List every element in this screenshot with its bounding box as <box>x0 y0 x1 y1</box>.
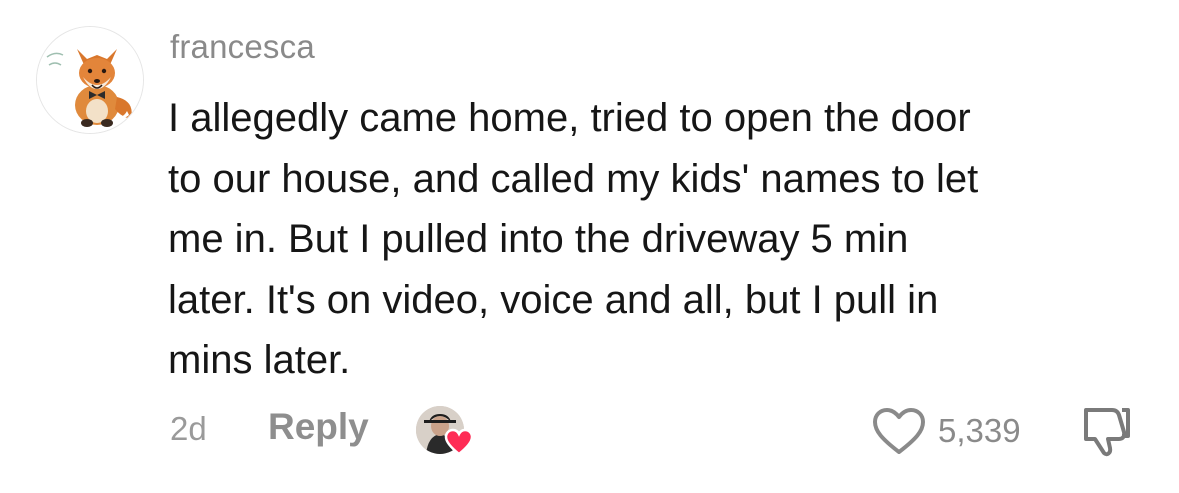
comment-text: I allegedly came home, tried to open the… <box>168 96 979 382</box>
comment-username[interactable]: francesca <box>170 28 315 66</box>
reply-button[interactable]: Reply <box>268 406 369 448</box>
thumbs-down-icon[interactable] <box>1078 402 1136 460</box>
heart-outline-icon[interactable] <box>870 405 928 457</box>
user-avatar[interactable] <box>36 26 144 134</box>
heart-badge-icon <box>444 428 474 456</box>
fox-avatar-icon <box>37 27 143 133</box>
comment-timestamp: 2d <box>170 410 207 447</box>
creator-liked-indicator[interactable] <box>416 406 474 458</box>
like-count: 5,339 <box>938 412 1021 449</box>
